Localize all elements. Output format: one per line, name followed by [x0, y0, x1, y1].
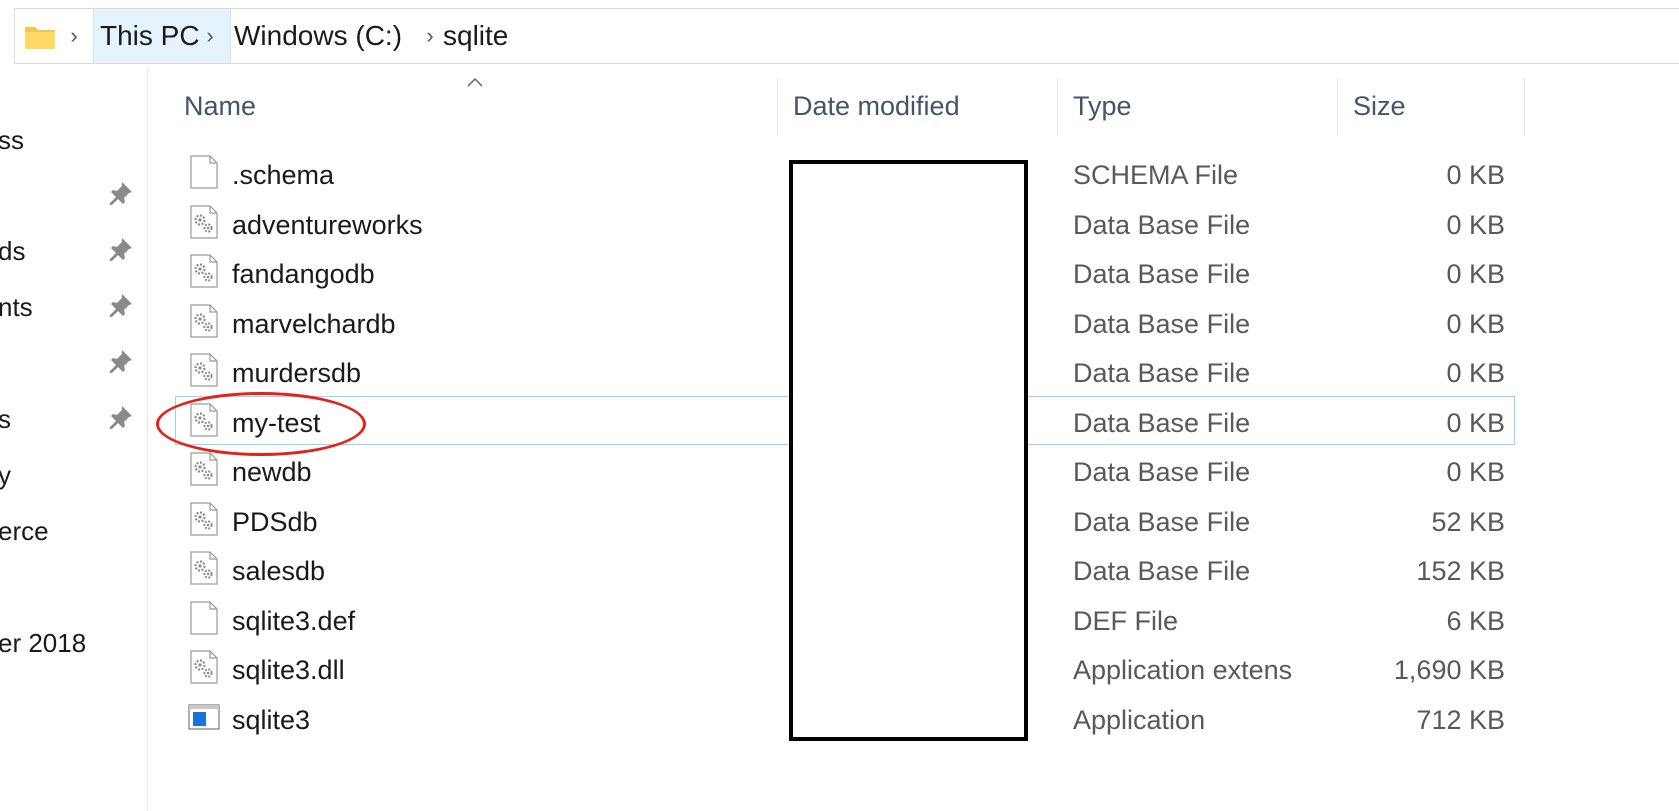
- file-name[interactable]: sqlite3: [232, 705, 310, 736]
- file-type: DEF File: [1073, 606, 1179, 636]
- file-type: Data Base File: [1073, 408, 1251, 438]
- file-type: Application: [1073, 705, 1206, 735]
- redaction-box: [789, 160, 1028, 741]
- file-size: 1,690 KB: [1393, 655, 1505, 685]
- column-divider[interactable]: [1337, 78, 1338, 136]
- file-size: 6 KB: [1446, 606, 1505, 636]
- file-type: Data Base File: [1073, 556, 1251, 586]
- settings-file-icon: [188, 502, 220, 536]
- pin-icon[interactable]: [108, 348, 134, 374]
- blank-file-icon: [188, 155, 220, 189]
- file-type: SCHEMA File: [1073, 160, 1239, 190]
- file-type: Data Base File: [1073, 259, 1251, 289]
- nav-item[interactable]: nts: [0, 292, 33, 323]
- column-header-date-modified[interactable]: Date modified: [793, 74, 960, 138]
- pin-icon[interactable]: [108, 404, 134, 430]
- file-name[interactable]: adventureworks: [232, 210, 423, 241]
- file-type: Data Base File: [1073, 309, 1251, 339]
- chevron-right-icon[interactable]: ›: [423, 23, 437, 49]
- column-divider[interactable]: [777, 78, 778, 136]
- file-type: Data Base File: [1073, 457, 1251, 487]
- file-name[interactable]: fandangodb: [232, 259, 375, 290]
- address-bar[interactable]: › This PC › Windows (C:) › sqlite: [14, 8, 1679, 64]
- file-size: 0 KB: [1446, 358, 1505, 388]
- column-header-size[interactable]: Size: [1353, 74, 1406, 138]
- breadcrumb-windows-c[interactable]: Windows (C:): [228, 9, 408, 63]
- file-size: 712 KB: [1416, 705, 1505, 735]
- breadcrumb-sqlite[interactable]: sqlite: [437, 9, 514, 63]
- file-type: Application extens: [1073, 655, 1293, 685]
- settings-file-icon: [188, 205, 220, 239]
- column-divider[interactable]: [1524, 78, 1525, 136]
- file-size: 0 KB: [1446, 408, 1505, 438]
- nav-item[interactable]: ds: [0, 236, 25, 267]
- pin-icon[interactable]: [108, 180, 134, 206]
- nav-item[interactable]: ss: [0, 125, 24, 156]
- settings-file-icon: [188, 650, 220, 684]
- settings-file-icon: [188, 551, 220, 585]
- file-name[interactable]: sqlite3.dll: [232, 655, 345, 686]
- chevron-right-icon[interactable]: ›: [67, 23, 81, 49]
- pin-icon[interactable]: [108, 292, 134, 318]
- file-size: 0 KB: [1446, 309, 1505, 339]
- file-size: 0 KB: [1446, 259, 1505, 289]
- navigation-pane: ss ds nts s y erce er 2018: [0, 68, 148, 811]
- file-size: 152 KB: [1416, 556, 1505, 586]
- file-size: 52 KB: [1431, 507, 1505, 537]
- nav-item[interactable]: y: [0, 460, 11, 491]
- chevron-right-icon[interactable]: ›: [203, 23, 217, 49]
- settings-file-icon: [188, 452, 220, 486]
- file-name[interactable]: salesdb: [232, 556, 325, 587]
- file-name[interactable]: PDSdb: [232, 507, 318, 538]
- annotation-circle: [156, 392, 366, 456]
- file-type: Data Base File: [1073, 210, 1251, 240]
- settings-file-icon: [188, 254, 220, 288]
- blank-file-icon: [188, 601, 220, 635]
- nav-item[interactable]: er 2018: [0, 628, 86, 659]
- nav-item[interactable]: s: [0, 404, 11, 435]
- settings-file-icon: [188, 304, 220, 338]
- file-type: Data Base File: [1073, 507, 1251, 537]
- folder-icon: [25, 27, 55, 49]
- file-size: 0 KB: [1446, 210, 1505, 240]
- file-name[interactable]: .schema: [232, 160, 334, 191]
- column-header-name[interactable]: Name: [184, 74, 256, 138]
- column-header-type[interactable]: Type: [1073, 74, 1132, 138]
- column-divider[interactable]: [1057, 78, 1058, 136]
- file-size: 0 KB: [1446, 160, 1505, 190]
- settings-file-icon: [188, 353, 220, 387]
- file-name[interactable]: murdersdb: [232, 358, 361, 389]
- application-icon: [188, 700, 220, 734]
- pin-icon[interactable]: [108, 236, 134, 262]
- file-name[interactable]: marvelchardb: [232, 309, 396, 340]
- sort-ascending-icon: [467, 77, 483, 87]
- file-name[interactable]: newdb: [232, 457, 312, 488]
- file-type: Data Base File: [1073, 358, 1251, 388]
- nav-item[interactable]: erce: [0, 516, 49, 547]
- file-size: 0 KB: [1446, 457, 1505, 487]
- file-name[interactable]: sqlite3.def: [232, 606, 355, 637]
